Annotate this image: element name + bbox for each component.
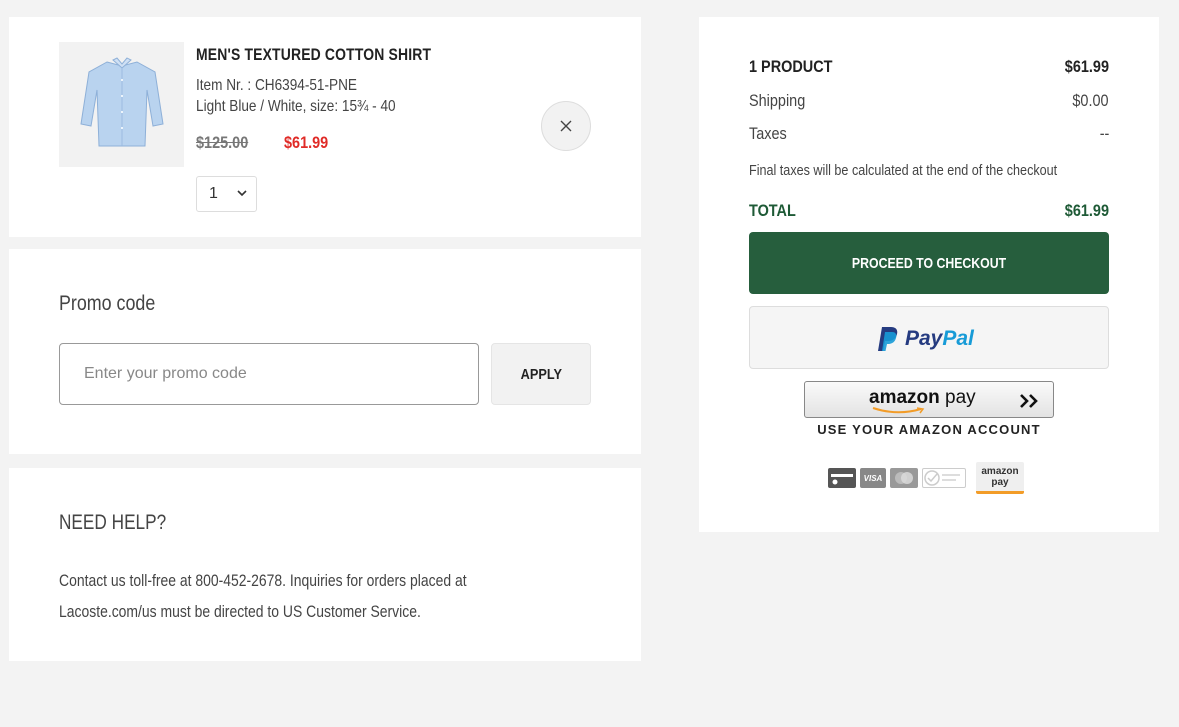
item-number: Item Nr. : CH6394-51-PNE xyxy=(196,77,357,94)
proceed-to-checkout-button[interactable]: PROCEED TO CHECKOUT xyxy=(749,232,1109,294)
product-image[interactable] xyxy=(59,42,184,167)
visa-icon: VISA xyxy=(860,468,886,488)
taxes-note: Final taxes will be calculated at the en… xyxy=(749,162,1058,179)
promo-code-input[interactable] xyxy=(59,343,479,405)
amz-icon-text-b: pay xyxy=(991,476,1009,488)
amazon-text: amazon xyxy=(869,387,940,408)
chevron-down-icon xyxy=(236,186,248,198)
paypal-text-a: Pay xyxy=(905,327,943,350)
product-variant: Light Blue / White, size: 15¾ - 40 xyxy=(196,98,396,115)
product-name[interactable]: MEN'S TEXTURED COTTON SHIRT xyxy=(196,45,431,65)
help-title: NEED HELP? xyxy=(59,511,167,534)
mastercard-icon xyxy=(890,468,918,488)
products-label: 1 PRODUCT xyxy=(749,57,833,76)
help-card: NEED HELP? Contact us toll-free at 800-4… xyxy=(9,468,641,661)
amazon-pay-icon: amazon pay xyxy=(976,462,1024,494)
shipping-label: Shipping xyxy=(749,91,806,110)
apply-button[interactable]: APPLY xyxy=(491,343,591,405)
double-chevron-right-icon xyxy=(1020,394,1038,408)
amz-icon-text-a: amazon xyxy=(981,465,1019,477)
products-value: $61.99 xyxy=(1064,57,1109,76)
paypal-text-b: Pal xyxy=(942,327,974,350)
taxes-value: -- xyxy=(1099,124,1109,143)
payment-methods: VISA amazon pay xyxy=(828,462,1024,494)
promo-code-card: Promo code APPLY xyxy=(9,249,641,454)
paypal-icon xyxy=(878,327,898,351)
order-summary-card: 1 PRODUCT $61.99 Shipping $0.00 Taxes --… xyxy=(699,17,1159,532)
cart-item-card: MEN'S TEXTURED COTTON SHIRT Item Nr. : C… xyxy=(9,17,641,237)
original-price: $125.00 xyxy=(196,133,249,152)
amazon-pay-logo: amazon pay xyxy=(869,387,976,409)
quantity-select[interactable]: 1 xyxy=(196,176,257,212)
total-value: $61.99 xyxy=(1064,201,1109,220)
amazon-pay-button[interactable]: amazon pay xyxy=(804,381,1054,418)
verified-icon xyxy=(922,468,966,488)
amazon-pay-subtitle: USE YOUR AMAZON ACCOUNT xyxy=(817,422,1041,437)
apply-label: APPLY xyxy=(520,365,562,383)
amazon-pay-text: pay xyxy=(939,387,976,408)
total-label: TOTAL xyxy=(749,201,796,220)
close-icon xyxy=(560,120,572,132)
shirt-icon xyxy=(80,57,164,147)
quantity-value: 1 xyxy=(209,185,218,202)
amazon-smile-icon xyxy=(872,407,925,414)
card-icon xyxy=(828,468,856,488)
paypal-button[interactable]: PayPal xyxy=(749,306,1109,369)
checkout-label: PROCEED TO CHECKOUT xyxy=(851,254,1007,272)
shipping-value: $0.00 xyxy=(1072,91,1109,110)
taxes-label: Taxes xyxy=(749,124,787,143)
remove-item-button[interactable] xyxy=(541,101,591,151)
promo-code-label: Promo code xyxy=(59,292,156,315)
sale-price: $61.99 xyxy=(284,133,329,152)
help-text: Contact us toll-free at 800-452-2678. In… xyxy=(59,571,467,621)
